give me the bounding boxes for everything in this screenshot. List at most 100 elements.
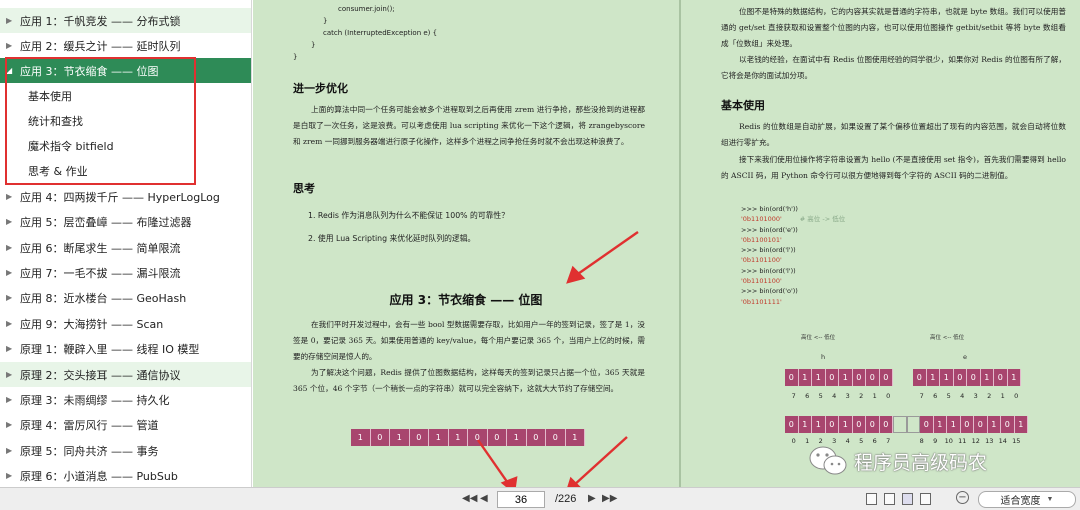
collapsed-icon[interactable]: ▶ bbox=[6, 344, 16, 353]
toc-item[interactable]: ▶ 应用 2：缓兵之计 —— 延时队列 bbox=[0, 33, 251, 58]
python-code-block: >>> bin(ord('h')) '0b1101000' # 高位 -> 低位 >>… bbox=[741, 204, 845, 307]
collapsed-icon[interactable]: ▶ bbox=[6, 243, 16, 252]
bit-cell: 0 bbox=[785, 416, 799, 433]
collapsed-icon[interactable]: ▶ bbox=[6, 41, 16, 50]
collapsed-icon[interactable]: ▶ bbox=[6, 16, 16, 25]
h-bits: 01101000 bbox=[785, 369, 893, 386]
toc-item[interactable]: ▶ 应用 4：四两拨千斤 —— HyperLogLog bbox=[0, 184, 251, 209]
toc-item[interactable]: ▶ 应用 9：大海捞针 —— Scan bbox=[0, 311, 251, 336]
bit-cell: 0 bbox=[994, 369, 1008, 386]
two-page-view-icon[interactable] bbox=[902, 493, 913, 505]
page-number-input[interactable] bbox=[497, 491, 545, 508]
toc-item-label: 原理 1：鞭辟入里 —— 线程 IO 模型 bbox=[20, 342, 200, 356]
code-line: >>> bin(ord('l')) bbox=[741, 266, 796, 275]
section-title: 基本使用 bbox=[721, 99, 765, 112]
single-page-view-icon[interactable] bbox=[866, 493, 877, 505]
toc-item-label: 原理 6：小道消息 —— PubSub bbox=[20, 469, 178, 483]
bit-order-caption: 高位 <-- 低位 bbox=[930, 335, 965, 341]
bit-index: 4 bbox=[960, 392, 965, 400]
toc-item[interactable]: ▶ 应用 8：近水楼台 —— GeoHash bbox=[0, 285, 251, 310]
bit-cell: 0 bbox=[967, 369, 981, 386]
collapsed-icon[interactable]: ▶ bbox=[6, 471, 16, 480]
toc-item-label: 原理 2：交头接耳 —— 通信协议 bbox=[20, 368, 181, 382]
toc-subitem[interactable]: 统计和查找 bbox=[0, 108, 251, 133]
collapsed-icon[interactable]: ▶ bbox=[6, 395, 16, 404]
bit-cell: 1 bbox=[947, 416, 961, 433]
toc-item[interactable]: ▶ 应用 5：层峦叠嶂 —— 布隆过滤器 bbox=[0, 209, 251, 234]
toc-item[interactable]: ▶ 应用 1：千帆竞发 —— 分布式锁 bbox=[0, 8, 251, 33]
bit-cell: 1 bbox=[812, 369, 826, 386]
bit-index: 0 bbox=[886, 392, 891, 400]
toc-item[interactable]: ▶ 原理 5：同舟共济 —— 事务 bbox=[0, 438, 251, 463]
toc-item-label: 原理 3：未雨绸缪 —— 持久化 bbox=[20, 393, 170, 407]
toc-item-label: 原理 5：同舟共济 —— 事务 bbox=[20, 444, 159, 458]
bit-cell: 0 bbox=[953, 369, 967, 386]
code-line: >>> bin(ord('e')) bbox=[741, 225, 798, 234]
collapsed-icon[interactable]: ▶ bbox=[6, 420, 16, 429]
collapsed-icon[interactable]: ▶ bbox=[6, 293, 16, 302]
toc-item[interactable]: ▶ 原理 1：鞭辟入里 —— 线程 IO 模型 bbox=[0, 336, 251, 361]
bit-cell: 0 bbox=[974, 416, 988, 433]
toc-item-label: 应用 9：大海捞针 —— Scan bbox=[20, 317, 164, 331]
bit-cell: 0 bbox=[785, 369, 799, 386]
code-line: >>> bin(ord('o')) bbox=[741, 287, 798, 296]
char-label: e bbox=[963, 353, 967, 361]
paragraph: 位图不是特殊的数据结构，它的内容其实就是普通的字符串，也就是 byte 数组。我… bbox=[721, 7, 1066, 48]
toc-subitem[interactable]: 魔术指令 bitfield bbox=[0, 133, 251, 158]
zoom-out-icon[interactable]: − bbox=[956, 491, 969, 504]
paragraph: 接下来我们使用位操作将字符串设置为 hello (不是直接使用 set 指令)，… bbox=[721, 155, 1066, 180]
bit-cell: 0 bbox=[879, 369, 893, 386]
bit-index: 6 bbox=[805, 392, 810, 400]
bit-index: 0 bbox=[791, 437, 796, 445]
continuous-view-icon[interactable] bbox=[884, 493, 895, 505]
prev-page-icon[interactable]: ◀ bbox=[480, 493, 488, 504]
red-arrow-head bbox=[566, 265, 586, 284]
bit-index: 1 bbox=[872, 392, 877, 400]
toc-item[interactable]: ▶ 应用 7：一毛不拔 —— 漏斗限流 bbox=[0, 260, 251, 285]
next-page-icon[interactable]: ▶ bbox=[588, 493, 596, 504]
first-page-icon[interactable]: ◀◀ bbox=[462, 493, 477, 504]
toc-item-label: 应用 1：千帆竞发 —— 分布式锁 bbox=[20, 14, 181, 28]
toc-item[interactable]: ▶ 原理 4：雷厉风行 —— 管道 bbox=[0, 412, 251, 437]
collapsed-icon[interactable]: ▶ bbox=[6, 319, 16, 328]
collapsed-icon[interactable]: ▶ bbox=[6, 217, 16, 226]
toc-item[interactable]: ▶ 原理 2：交头接耳 —— 通信协议 bbox=[0, 362, 251, 387]
toc-subitem[interactable]: 基本使用 bbox=[0, 83, 251, 108]
bit-cell: 0 bbox=[866, 369, 880, 386]
bit-index: 5 bbox=[946, 392, 951, 400]
toc-item[interactable]: ◢ 应用 3：节衣缩食 —— 位图 bbox=[0, 58, 251, 83]
bit-index: 14 bbox=[998, 437, 1007, 445]
toc-item[interactable]: ▶ 原理 3：未雨绸缪 —— 持久化 bbox=[0, 387, 251, 412]
bit-index: 2 bbox=[859, 392, 864, 400]
bit-cell: 1 bbox=[839, 416, 853, 433]
bit-cell: 1 bbox=[798, 369, 812, 386]
collapsed-icon[interactable]: ▶ bbox=[6, 446, 16, 455]
bit-cell: 0 bbox=[913, 369, 927, 386]
page-total: /226 bbox=[555, 493, 577, 505]
last-page-icon[interactable]: ▶▶ bbox=[602, 493, 617, 504]
toc-subitem[interactable]: 思考 & 作业 bbox=[0, 158, 251, 183]
annotation-arrows bbox=[477, 231, 639, 487]
collapsed-icon[interactable]: ▶ bbox=[6, 370, 16, 379]
right-page: 位图不是特殊的数据结构，它的内容其实就是普通的字符串，也就是 byte 数组。我… bbox=[681, 0, 1080, 487]
watermark-text: 程序员高级码农 bbox=[854, 451, 988, 474]
toc-item[interactable]: ▶ 原理 6：小道消息 —— PubSub bbox=[0, 463, 251, 487]
toc-item-label: 原理 4：雷厉风行 —— 管道 bbox=[20, 418, 159, 432]
expanded-icon[interactable]: ◢ bbox=[6, 66, 16, 75]
code-line: '0b1101100' bbox=[741, 256, 782, 265]
bit-index: 4 bbox=[832, 392, 837, 400]
bit-cell: 0 bbox=[879, 416, 893, 433]
bit-index: 7 bbox=[791, 392, 796, 400]
zoom-select[interactable]: 适合宽度 ▼ bbox=[978, 491, 1076, 508]
bit-index: 6 bbox=[933, 392, 938, 400]
toc-item-label: 应用 8：近水楼台 —— GeoHash bbox=[20, 291, 187, 305]
collapsed-icon[interactable]: ▶ bbox=[6, 268, 16, 277]
code-line: >>> bin(ord('l')) bbox=[741, 246, 796, 255]
book-view-icon[interactable] bbox=[920, 493, 931, 505]
bit-cell: 1 bbox=[980, 369, 994, 386]
char-label: h bbox=[821, 353, 826, 361]
code-line: '0b1101100' bbox=[741, 277, 782, 286]
toc-item[interactable]: ▶ 应用 6：断尾求生 —— 简单限流 bbox=[0, 235, 251, 260]
collapsed-icon[interactable]: ▶ bbox=[6, 192, 16, 201]
bit-cell: 0 bbox=[825, 369, 839, 386]
